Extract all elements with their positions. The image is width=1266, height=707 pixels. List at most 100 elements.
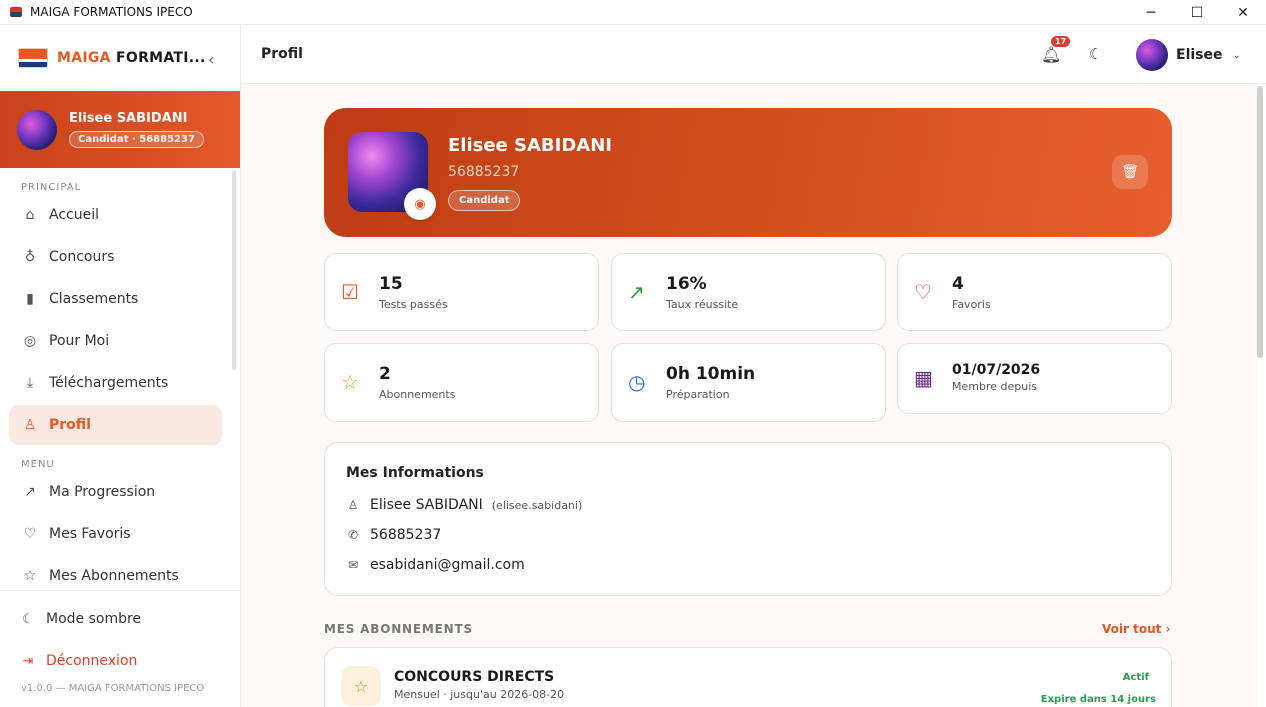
heart-icon: ♡ (23, 526, 37, 542)
window-titlebar: MAIGA FORMATIONS IPECO ─ ☐ ✕ (0, 0, 1266, 25)
subscription-desc: Mensuel · jusqu'au 2026-08-20 (394, 688, 565, 701)
profile-phone: 56885237 (448, 164, 520, 180)
info-email: esabidani@gmail.com (370, 557, 525, 573)
header-username: Elisee (1176, 47, 1223, 63)
avatar (17, 109, 57, 150)
stat-card-tests: ☑ 15 Tests passés (324, 253, 599, 331)
stat-label: Favoris (952, 298, 991, 311)
brand-name: MAIGA FORMATI... (57, 50, 206, 66)
bell-icon[interactable]: 🔔︎ (1041, 45, 1061, 64)
dark-mode-label: Mode sombre (46, 611, 142, 627)
stat-label: Abonnements (379, 388, 456, 401)
minimize-button[interactable]: ─ (1128, 0, 1174, 25)
sidebar-item-label: Mes Abonnements (49, 568, 179, 584)
home-icon: ⌂ (25, 207, 35, 223)
camera-icon[interactable]: ◉ (404, 188, 436, 220)
sidebar-item-label: Ma Progression (49, 484, 156, 500)
window-controls: ─ ☐ ✕ (1128, 0, 1266, 25)
sidebar-item-mes-favoris[interactable]: ♡ Mes Favoris (9, 514, 222, 554)
subscription-expiry: Expire dans 14 jours (1040, 694, 1156, 705)
stat-label: Taux réussite (666, 298, 739, 311)
user-icon: ♙ (23, 417, 37, 433)
star-icon: ☆ (341, 666, 381, 706)
page-title: Profil (261, 46, 303, 62)
logout-icon: ⇥ (22, 653, 34, 669)
trending-up-icon: ↗ (24, 484, 36, 500)
check-square-icon: ☑ (341, 280, 359, 304)
app-version: v1.0.0 — MAIGA FORMATIONS IPECO (21, 683, 205, 694)
subscription-card[interactable]: ☆ CONCOURS DIRECTS Mensuel · jusqu'au 20… (324, 647, 1172, 707)
section-label-menu: MENU (21, 459, 55, 470)
moon-icon: ☾ (22, 611, 34, 627)
user-icon: ♙ (347, 498, 359, 512)
heart-icon: ♡ (914, 280, 932, 304)
sidebar-item-label: Accueil (49, 207, 99, 223)
logout-button[interactable]: ⇥ Déconnexion (0, 641, 240, 681)
section-label-principal: PRINCIPAL (21, 182, 82, 193)
target-icon: ◎ (23, 333, 37, 349)
sidebar-item-telechargements[interactable]: ⤓ Téléchargements (9, 363, 222, 403)
award-icon: ♁ (24, 249, 36, 265)
sidebar-item-concours[interactable]: ♁ Concours (9, 237, 222, 277)
sidebar-item-accueil[interactable]: ⌂ Accueil (9, 195, 222, 235)
stat-value: 16% (666, 274, 707, 294)
info-card: Mes Informations ♙ Elisee SABIDANI (elis… (324, 442, 1172, 596)
sidebar-item-label: Concours (49, 249, 115, 265)
role-badge: Candidat (448, 190, 521, 211)
subscription-status: Actif (1122, 672, 1149, 683)
stat-value: 01/07/2026 (952, 362, 1041, 378)
window-title: MAIGA FORMATIONS IPECO (30, 5, 193, 19)
sidebar-item-label: Profil (49, 417, 91, 433)
stat-value: 2 (379, 364, 391, 384)
profile-name: Elisee SABIDANI (448, 135, 612, 156)
profile-hero: ◉ Elisee SABIDANI 56885237 Candidat 🗑︎ (324, 108, 1172, 237)
stat-card-preparation: ◷ 0h 10min Préparation (611, 343, 886, 422)
main-content: ◉ Elisee SABIDANI 56885237 Candidat 🗑︎ ☑… (241, 84, 1257, 707)
sidebar-item-label: Téléchargements (49, 375, 169, 391)
trash-icon[interactable]: 🗑︎ (1112, 155, 1148, 189)
stat-value: 15 (379, 274, 403, 294)
see-all-link[interactable]: Voir tout › (1102, 622, 1170, 636)
sidebar-item-mes-abonnements[interactable]: ☆ Mes Abonnements (9, 556, 222, 590)
dark-mode-button[interactable]: ☾ Mode sombre (0, 599, 240, 639)
main-scrollbar[interactable] (1257, 86, 1263, 358)
subscription-name: CONCOURS DIRECTS (394, 669, 555, 685)
stat-card-favoris: ♡ 4 Favoris (897, 253, 1172, 331)
star-icon: ☆ (341, 370, 359, 394)
sidebar-footer: ☾ Mode sombre ⇥ Déconnexion v1.0.0 — MAI… (0, 590, 240, 707)
sidebar-user-card[interactable]: Elisee SABIDANI Candidat · 56885237 (0, 91, 240, 168)
info-row-phone: ✆ 56885237 (346, 527, 441, 543)
logout-label: Déconnexion (46, 653, 138, 669)
stat-value: 0h 10min (666, 364, 756, 384)
phone-icon: ✆ (347, 528, 359, 542)
stat-label: Préparation (666, 388, 730, 401)
app-logo-icon (10, 7, 22, 17)
info-row-name: ♙ Elisee SABIDANI (elisee.sabidani) (346, 497, 583, 513)
sidebar-scrollbar[interactable] (232, 170, 236, 370)
chevron-down-icon: ⌄ (1232, 49, 1241, 61)
download-icon: ⤓ (26, 375, 34, 391)
sidebar-item-pour-moi[interactable]: ◎ Pour Moi (9, 321, 222, 361)
user-badge: Candidat · 56885237 (69, 131, 204, 148)
collapse-sidebar-chevron-icon[interactable]: ‹ (208, 50, 214, 69)
stat-card-taux: ↗ 16% Taux réussite (611, 253, 886, 331)
close-button[interactable]: ✕ (1220, 0, 1266, 25)
maximize-button[interactable]: ☐ (1174, 0, 1220, 25)
top-header: Profil 🔔︎ 17 ☾ Elisee ⌄ (241, 25, 1266, 84)
sidebar-item-ma-progression[interactable]: ↗ Ma Progression (9, 472, 222, 512)
sidebar-item-classements[interactable]: ▮ Classements (9, 279, 222, 319)
sidebar-item-label: Pour Moi (49, 333, 110, 349)
sidebar-nav: PRINCIPAL ⌂ Accueil ♁ Concours ▮ Classem… (0, 168, 240, 590)
star-icon: ☆ (23, 568, 37, 584)
stat-card-abonnements: ☆ 2 Abonnements (324, 343, 599, 422)
theme-toggle-moon-icon[interactable]: ☾ (1089, 45, 1102, 63)
sidebar-item-label: Classements (49, 291, 139, 307)
brand[interactable]: MAIGA FORMATI... (0, 25, 240, 91)
user-menu[interactable]: Elisee ⌄ (1136, 39, 1241, 71)
subscriptions-heading: MES ABONNEMENTS (324, 622, 473, 636)
bar-chart-icon: ▮ (26, 291, 34, 307)
sidebar-item-profil[interactable]: ♙ Profil (9, 405, 222, 445)
info-full-name: Elisee SABIDANI (370, 497, 483, 513)
clock-icon: ◷ (628, 370, 646, 394)
trending-up-icon: ↗ (628, 280, 645, 304)
